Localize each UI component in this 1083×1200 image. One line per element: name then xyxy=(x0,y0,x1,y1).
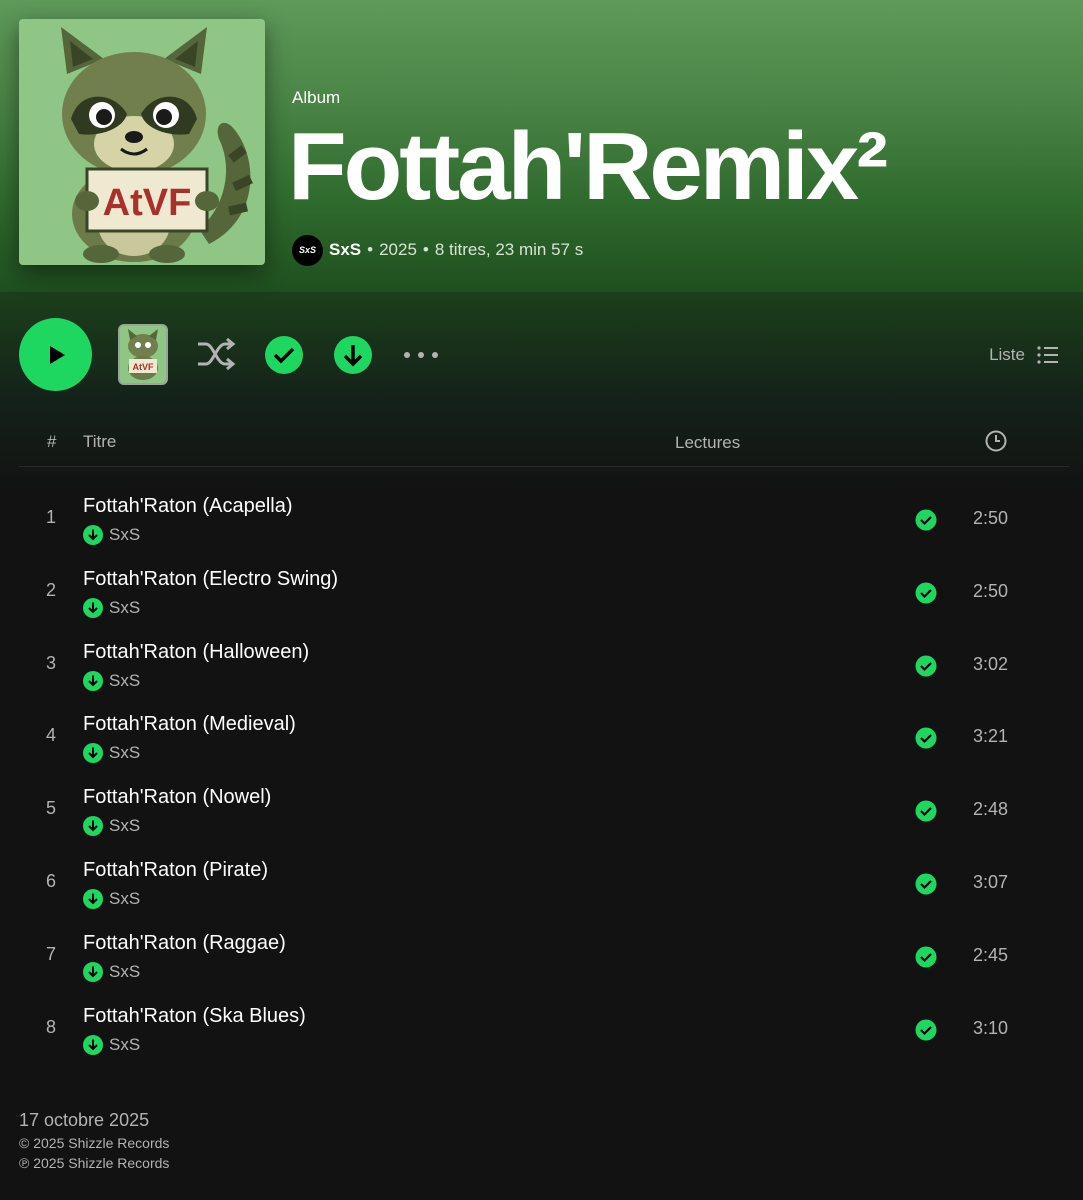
track-artist[interactable]: SxS xyxy=(109,743,140,763)
track-artist[interactable]: SxS xyxy=(109,1035,140,1055)
track-artist[interactable]: SxS xyxy=(109,889,140,909)
track-duration: 3:07 xyxy=(973,871,1009,892)
track-duration: 3:10 xyxy=(973,1017,1009,1038)
track-title[interactable]: Fottah'Raton (Pirate) xyxy=(83,859,268,882)
shuffle-icon xyxy=(198,337,236,371)
track-title[interactable]: Fottah'Raton (Medieval) xyxy=(83,713,296,736)
track-title[interactable]: Fottah'Raton (Electro Swing) xyxy=(83,568,338,591)
column-title[interactable]: Titre xyxy=(83,432,116,452)
album-meta: SxS SxS • 2025 • 8 titres, 23 min 57 s xyxy=(292,233,583,267)
downloaded-icon xyxy=(83,888,103,909)
track-row[interactable]: 3 Fottah'Raton (Halloween) SxS 3:02 xyxy=(0,629,1083,702)
downloaded-icon xyxy=(83,816,103,837)
track-duration: 3:02 xyxy=(973,653,1009,674)
track-number: 8 xyxy=(45,1016,56,1037)
action-bar: AtVF Liste xyxy=(0,318,1083,392)
play-icon xyxy=(49,345,65,364)
artist-avatar[interactable]: SxS xyxy=(292,234,323,266)
track-artist[interactable]: SxS xyxy=(109,962,140,982)
meta-separator: • xyxy=(367,240,374,259)
album-cover[interactable]: AtVF xyxy=(19,19,265,265)
downloaded-icon xyxy=(83,525,103,545)
track-duration: 3:21 xyxy=(973,726,1009,747)
album-year: 2025 xyxy=(379,240,417,259)
track-artist[interactable]: SxS xyxy=(109,598,140,618)
view-mode-label: Liste xyxy=(989,345,1025,364)
track-title[interactable]: Fottah'Raton (Acapella) xyxy=(83,495,292,518)
track-row[interactable]: 4 Fottah'Raton (Medieval) SxS 3:21 xyxy=(0,701,1083,774)
album-type-label: Album xyxy=(292,88,341,107)
track-row[interactable]: 7 Fottah'Raton (Raggae) SxS 2:45 xyxy=(0,920,1083,993)
artist-link[interactable]: SxS xyxy=(329,240,361,260)
column-plays[interactable]: Lectures xyxy=(675,433,740,453)
track-duration: 2:50 xyxy=(973,580,1009,601)
check-circle-icon[interactable] xyxy=(915,946,937,968)
more-options-button[interactable] xyxy=(401,340,441,370)
album-mini-cover[interactable]: AtVF xyxy=(118,324,168,385)
saved-button[interactable] xyxy=(264,335,304,375)
raccoon-cover-art: AtVF xyxy=(19,19,265,265)
track-duration: 2:50 xyxy=(973,508,1009,528)
track-list: 1 Fottah'Raton (Acapella) SxS 2:50 2 Fot… xyxy=(0,483,1083,1065)
track-number: 1 xyxy=(45,507,56,527)
release-date: 17 octobre 2025 xyxy=(19,1110,150,1130)
track-title[interactable]: Fottah'Raton (Ska Blues) xyxy=(83,1005,306,1028)
track-artist[interactable]: SxS xyxy=(109,525,140,545)
clock-icon xyxy=(985,430,1007,452)
track-title[interactable]: Fottah'Raton (Nowel) xyxy=(83,786,271,809)
track-number: 6 xyxy=(45,870,56,891)
more-horizontal-icon xyxy=(404,352,438,358)
track-number: 7 xyxy=(45,943,56,964)
track-number: 3 xyxy=(45,652,56,673)
track-duration: 2:45 xyxy=(973,944,1009,965)
shuffle-button[interactable] xyxy=(194,334,238,374)
downloaded-icon xyxy=(83,670,103,691)
track-number: 4 xyxy=(45,725,56,746)
copyright-line: © 2025 Shizzle Records xyxy=(19,1135,170,1151)
track-artist[interactable]: SxS xyxy=(109,671,140,691)
track-row[interactable]: 6 Fottah'Raton (Pirate) SxS 3:07 xyxy=(0,847,1083,920)
track-number: 5 xyxy=(45,798,56,819)
check-circle-icon[interactable] xyxy=(915,1019,937,1041)
download-icon xyxy=(334,336,372,374)
track-duration: 2:48 xyxy=(973,799,1009,820)
downloaded-icon xyxy=(83,1034,103,1055)
track-title[interactable]: Fottah'Raton (Halloween) xyxy=(83,641,309,664)
track-row[interactable]: 1 Fottah'Raton (Acapella) SxS 2:50 xyxy=(0,483,1083,556)
album-track-count-duration: 8 titres, 23 min 57 s xyxy=(434,240,584,259)
column-number: # xyxy=(47,432,57,451)
download-button[interactable] xyxy=(333,335,373,375)
check-circle-icon[interactable] xyxy=(915,873,937,895)
track-number: 2 xyxy=(45,579,56,600)
check-circle-icon xyxy=(265,336,303,374)
track-title[interactable]: Fottah'Raton (Raggae) xyxy=(83,932,286,955)
downloaded-icon xyxy=(83,961,103,982)
raccoon-mini-art: AtVF xyxy=(120,326,166,383)
track-row[interactable]: 2 Fottah'Raton (Electro Swing) SxS 2:50 xyxy=(0,556,1083,629)
downloaded-icon xyxy=(83,743,103,764)
album-footer: 17 octobre 2025 © 2025 Shizzle Records ℗… xyxy=(19,1110,169,1171)
album-title: Fottah'Remix² xyxy=(288,113,888,220)
list-icon xyxy=(1037,346,1058,364)
track-row[interactable]: 8 Fottah'Raton (Ska Blues) SxS 3:10 xyxy=(0,993,1083,1066)
meta-separator: • xyxy=(422,240,429,259)
check-circle-icon[interactable] xyxy=(915,582,937,604)
play-button[interactable] xyxy=(19,318,92,391)
column-duration[interactable] xyxy=(985,430,1007,457)
check-circle-icon[interactable] xyxy=(915,509,937,531)
svg-text:AtVF: AtVF xyxy=(133,362,154,372)
view-mode-toggle[interactable]: Liste xyxy=(989,341,1059,369)
phonogram-line: ℗ 2025 Shizzle Records xyxy=(19,1155,170,1171)
check-circle-icon[interactable] xyxy=(915,727,937,749)
check-circle-icon[interactable] xyxy=(915,655,937,677)
svg-text:AtVF: AtVF xyxy=(103,182,192,224)
track-row[interactable]: 5 Fottah'Raton (Nowel) SxS 2:48 xyxy=(0,774,1083,847)
downloaded-icon xyxy=(83,597,103,618)
check-circle-icon[interactable] xyxy=(915,800,937,822)
track-table-header: # Titre Lectures xyxy=(19,420,1069,467)
track-artist[interactable]: SxS xyxy=(109,816,140,836)
